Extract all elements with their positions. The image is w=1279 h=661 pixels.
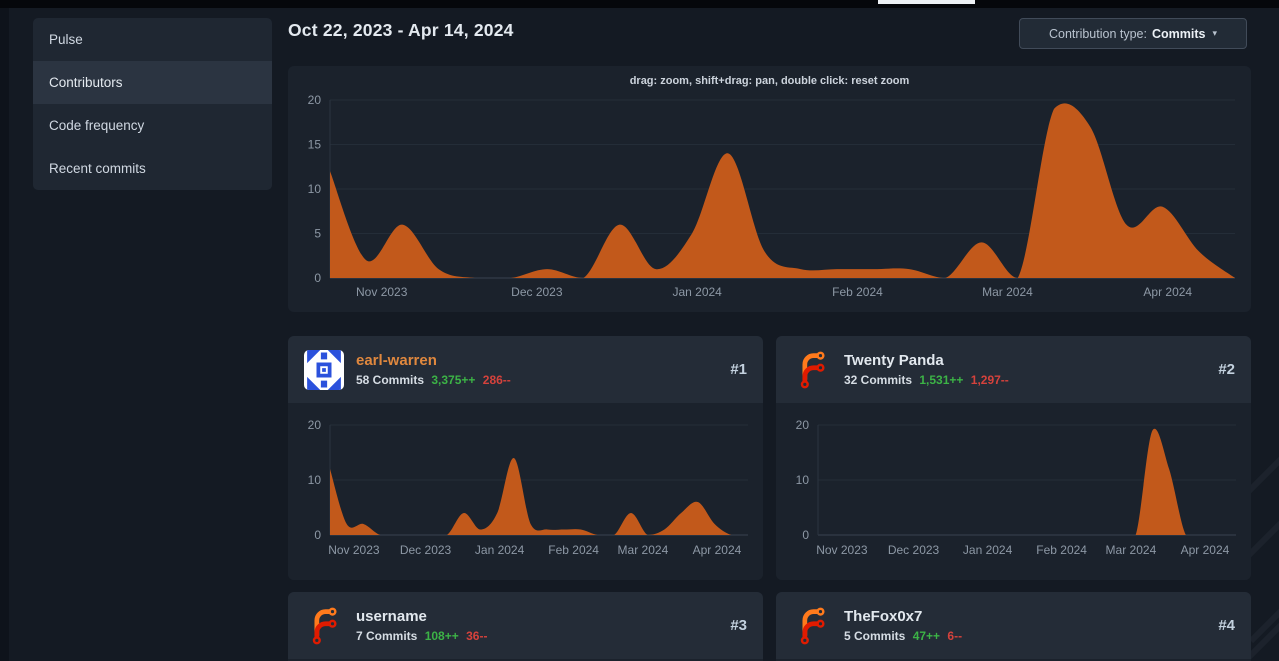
svg-text:20: 20 — [308, 418, 322, 432]
forgejo-logo-icon — [792, 350, 832, 390]
sidebar-item-code-frequency[interactable]: Code frequency — [33, 104, 272, 147]
identicon-avatar-icon — [304, 350, 344, 390]
contributor-card-header: Twenty Panda 32 Commits 1,531++ 1,297-- … — [776, 336, 1251, 403]
deletions-count: 36-- — [466, 629, 487, 643]
svg-text:Nov 2023: Nov 2023 — [356, 285, 408, 299]
rank-badge: #1 — [730, 361, 747, 378]
contributor-identity: earl-warren 58 Commits 3,375++ 286-- — [356, 352, 718, 388]
contributor-card-3: username 7 Commits 108++ 36-- #3 — [288, 592, 763, 661]
sidebar-item-recent-commits[interactable]: Recent commits — [33, 147, 272, 190]
additions-count: 108++ — [425, 629, 459, 643]
svg-text:Apr 2024: Apr 2024 — [1143, 285, 1192, 299]
svg-text:Feb 2024: Feb 2024 — [832, 285, 883, 299]
contributor-username-link[interactable]: Twenty Panda — [844, 352, 1206, 371]
svg-text:Jan 2024: Jan 2024 — [672, 285, 722, 299]
svg-text:Dec 2023: Dec 2023 — [400, 543, 452, 557]
commit-count: 5 Commits — [844, 629, 905, 643]
contributor-stats: 58 Commits 3,375++ 286-- — [356, 373, 718, 387]
contributor-card-1: earl-warren 58 Commits 3,375++ 286-- #1 … — [288, 336, 763, 580]
contributor-card-4: TheFox0x7 5 Commits 47++ 6-- #4 — [776, 592, 1251, 661]
date-range-heading: Oct 22, 2023 - Apr 14, 2024 — [288, 20, 514, 41]
rank-badge: #3 — [730, 617, 747, 634]
svg-text:Feb 2024: Feb 2024 — [548, 543, 599, 557]
contributor-card-header: TheFox0x7 5 Commits 47++ 6-- #4 — [776, 592, 1251, 659]
svg-text:5: 5 — [314, 227, 321, 241]
deletions-count: 286-- — [483, 373, 511, 387]
contributor-card-header: earl-warren 58 Commits 3,375++ 286-- #1 — [288, 336, 763, 403]
contributor-identity: username 7 Commits 108++ 36-- — [356, 608, 718, 644]
svg-text:Nov 2023: Nov 2023 — [816, 543, 868, 557]
svg-text:Jan 2024: Jan 2024 — [475, 543, 525, 557]
insights-sidebar-menu: Pulse Contributors Code frequency Recent… — [33, 18, 272, 190]
main-activity-chart[interactable]: 0 5 10 15 20 Nov 2023 Dec 2023 Jan 2024 Feb 2024… — [288, 66, 1251, 312]
svg-text:Mar 2024: Mar 2024 — [982, 285, 1033, 299]
svg-text:Feb 2024: Feb 2024 — [1036, 543, 1087, 557]
additions-count: 47++ — [913, 629, 940, 643]
left-edge-strip — [0, 8, 9, 661]
rank-badge: #2 — [1218, 361, 1235, 378]
svg-text:Jan 2024: Jan 2024 — [963, 543, 1013, 557]
svg-text:Dec 2023: Dec 2023 — [888, 543, 940, 557]
contributor-chart-area: 0 10 20 Nov 2023 Dec 2023 Jan 2024 Feb 2024 Mar… — [288, 403, 763, 580]
forgejo-logo-icon — [304, 606, 344, 646]
forgejo-logo-icon — [792, 606, 832, 646]
contributor-stats: 7 Commits 108++ 36-- — [356, 629, 718, 643]
contribution-type-value: Commits — [1152, 27, 1205, 41]
active-tab-underline — [878, 0, 975, 4]
svg-text:Mar 2024: Mar 2024 — [1106, 543, 1157, 557]
sidebar-item-pulse[interactable]: Pulse — [33, 18, 272, 61]
avatar[interactable] — [304, 350, 344, 390]
avatar[interactable] — [792, 350, 832, 390]
avatar[interactable] — [792, 606, 832, 646]
contributor-stats: 5 Commits 47++ 6-- — [844, 629, 1206, 643]
contribution-type-dropdown[interactable]: Contribution type: Commits ▾ — [1019, 18, 1247, 49]
deletions-count: 1,297-- — [971, 373, 1009, 387]
contributor-activity-chart[interactable]: 0 10 20 Nov 2023 Dec 2023 Jan 2024 Feb 2024 Mar… — [776, 403, 1251, 580]
commit-count: 58 Commits — [356, 373, 424, 387]
top-bar — [0, 0, 1279, 8]
contributor-card-2: Twenty Panda 32 Commits 1,531++ 1,297-- … — [776, 336, 1251, 580]
contributor-activity-chart[interactable]: 0 10 20 Nov 2023 Dec 2023 Jan 2024 Feb 2024 Mar… — [288, 403, 763, 580]
svg-text:20: 20 — [308, 93, 322, 107]
svg-text:0: 0 — [314, 528, 321, 542]
contributor-identity: TheFox0x7 5 Commits 47++ 6-- — [844, 608, 1206, 644]
avatar[interactable] — [304, 606, 344, 646]
svg-text:Mar 2024: Mar 2024 — [618, 543, 669, 557]
contributor-identity: Twenty Panda 32 Commits 1,531++ 1,297-- — [844, 352, 1206, 388]
svg-text:0: 0 — [802, 528, 809, 542]
total-activity-card: drag: zoom, shift+drag: pan, double clic… — [288, 66, 1251, 312]
svg-text:Apr 2024: Apr 2024 — [693, 543, 742, 557]
sidebar-item-contributors[interactable]: Contributors — [33, 61, 272, 104]
additions-count: 1,531++ — [919, 373, 963, 387]
deletions-count: 6-- — [947, 629, 962, 643]
contributor-stats: 32 Commits 1,531++ 1,297-- — [844, 373, 1206, 387]
svg-text:Nov 2023: Nov 2023 — [328, 543, 380, 557]
chevron-down-icon: ▾ — [1212, 28, 1217, 39]
rank-badge: #4 — [1218, 617, 1235, 634]
svg-text:0: 0 — [314, 271, 321, 285]
contributor-username-link[interactable]: username — [356, 608, 718, 627]
svg-text:10: 10 — [308, 473, 322, 487]
svg-text:10: 10 — [308, 182, 322, 196]
svg-text:10: 10 — [796, 473, 810, 487]
contributor-username-link[interactable]: earl-warren — [356, 352, 718, 371]
commit-count: 32 Commits — [844, 373, 912, 387]
additions-count: 3,375++ — [431, 373, 475, 387]
contribution-type-label: Contribution type: — [1049, 27, 1147, 41]
contributor-username-link[interactable]: TheFox0x7 — [844, 608, 1206, 627]
contributors-page: Pulse Contributors Code frequency Recent… — [0, 0, 1279, 661]
svg-text:Apr 2024: Apr 2024 — [1181, 543, 1230, 557]
contributor-card-header: username 7 Commits 108++ 36-- #3 — [288, 592, 763, 659]
svg-text:20: 20 — [796, 418, 810, 432]
commit-count: 7 Commits — [356, 629, 417, 643]
svg-text:15: 15 — [308, 138, 322, 152]
contributor-chart-area: 0 10 20 Nov 2023 Dec 2023 Jan 2024 Feb 2024 Mar… — [776, 403, 1251, 580]
svg-text:Dec 2023: Dec 2023 — [511, 285, 563, 299]
